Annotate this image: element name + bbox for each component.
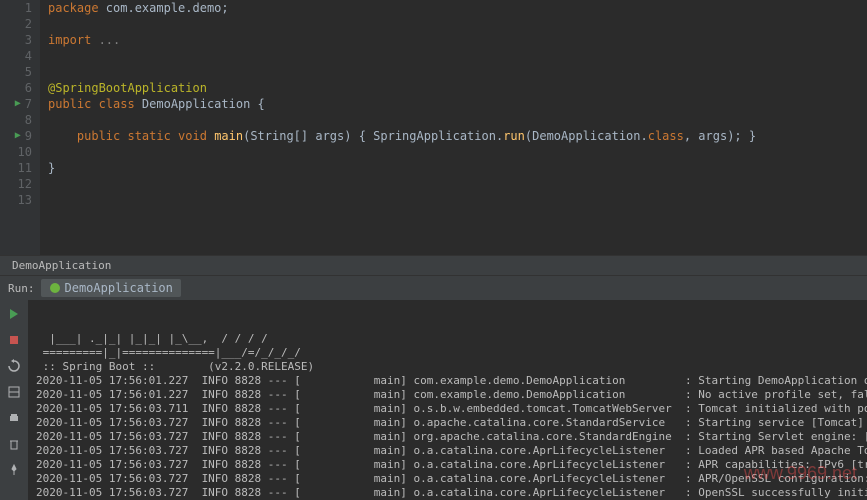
gutter-line: 1 (0, 0, 32, 16)
run-panel: Run: DemoApplication |___| ._|_| |_|_| |… (0, 275, 867, 500)
console-line: :: Spring Boot :: (v2.2.0.RELEASE) (36, 360, 859, 374)
gutter-line: ▶7 (0, 96, 32, 112)
delete-button[interactable] (4, 434, 24, 454)
console-line: 2020-11-05 17:56:03.727 INFO 8828 --- [ … (36, 416, 859, 430)
code-container[interactable]: 123456▶78▶910111213 package com.example.… (0, 0, 867, 255)
gutter-line: 3 (0, 32, 32, 48)
run-gutter-icon[interactable]: ▶ (15, 96, 21, 112)
rerun-button[interactable] (4, 304, 24, 324)
restart-button[interactable] (4, 356, 24, 376)
code-line[interactable] (48, 144, 867, 160)
code-line[interactable] (48, 16, 867, 32)
code-line[interactable]: package com.example.demo; (48, 0, 867, 16)
code-line[interactable]: @SpringBootApplication (48, 80, 867, 96)
breadcrumb[interactable]: DemoApplication (0, 255, 867, 275)
code-line[interactable]: public static void main(String[] args) {… (48, 128, 867, 144)
gutter-line: 4 (0, 48, 32, 64)
code-line[interactable] (48, 176, 867, 192)
run-header: Run: DemoApplication (0, 276, 867, 300)
code-line[interactable]: import ... (48, 32, 867, 48)
run-body: |___| ._|_| |_|_| |_\__, / / / / =======… (0, 300, 867, 500)
console-line: 2020-11-05 17:56:03.727 INFO 8828 --- [ … (36, 444, 859, 458)
print-button[interactable] (4, 408, 24, 428)
code-line[interactable] (48, 112, 867, 128)
run-label: Run: (8, 282, 35, 295)
gutter-line: 8 (0, 112, 32, 128)
run-tab[interactable]: DemoApplication (41, 279, 181, 297)
console-line: 2020-11-05 17:56:01.227 INFO 8828 --- [ … (36, 388, 859, 402)
code-line[interactable]: } (48, 160, 867, 176)
console-line: |___| ._|_| |_|_| |_\__, / / / / (36, 332, 859, 346)
gutter: 123456▶78▶910111213 (0, 0, 40, 255)
run-toolbar (0, 300, 28, 500)
run-tab-label: DemoApplication (65, 281, 173, 295)
code-line[interactable] (48, 48, 867, 64)
console-line: 2020-11-05 17:56:03.727 INFO 8828 --- [ … (36, 472, 859, 486)
console-line: 2020-11-05 17:56:03.727 INFO 8828 --- [ … (36, 486, 859, 500)
editor-area: 123456▶78▶910111213 package com.example.… (0, 0, 867, 275)
gutter-line: 10 (0, 144, 32, 160)
run-gutter-icon[interactable]: ▶ (15, 128, 21, 144)
code-line[interactable]: public class DemoApplication { (48, 96, 867, 112)
console-output[interactable]: |___| ._|_| |_|_| |_\__, / / / / =======… (28, 300, 867, 500)
gutter-line: 13 (0, 192, 32, 208)
gutter-line: 12 (0, 176, 32, 192)
console-line: 2020-11-05 17:56:01.227 INFO 8828 --- [ … (36, 374, 859, 388)
console-line: =========|_|==============|___/=/_/_/_/ (36, 346, 859, 360)
layout-button[interactable] (4, 382, 24, 402)
pin-button[interactable] (4, 460, 24, 480)
gutter-line: ▶9 (0, 128, 32, 144)
stop-button[interactable] (4, 330, 24, 350)
gutter-line: 6 (0, 80, 32, 96)
console-line: 2020-11-05 17:56:03.727 INFO 8828 --- [ … (36, 458, 859, 472)
gutter-line: 5 (0, 64, 32, 80)
code-line[interactable] (48, 192, 867, 208)
console-line: 2020-11-05 17:56:03.711 INFO 8828 --- [ … (36, 402, 859, 416)
console-line: 2020-11-05 17:56:03.727 INFO 8828 --- [ … (36, 430, 859, 444)
spring-icon (49, 282, 61, 294)
code-line[interactable] (48, 64, 867, 80)
gutter-line: 11 (0, 160, 32, 176)
gutter-line: 2 (0, 16, 32, 32)
code-content[interactable]: package com.example.demo; import ... @Spri… (40, 0, 867, 255)
